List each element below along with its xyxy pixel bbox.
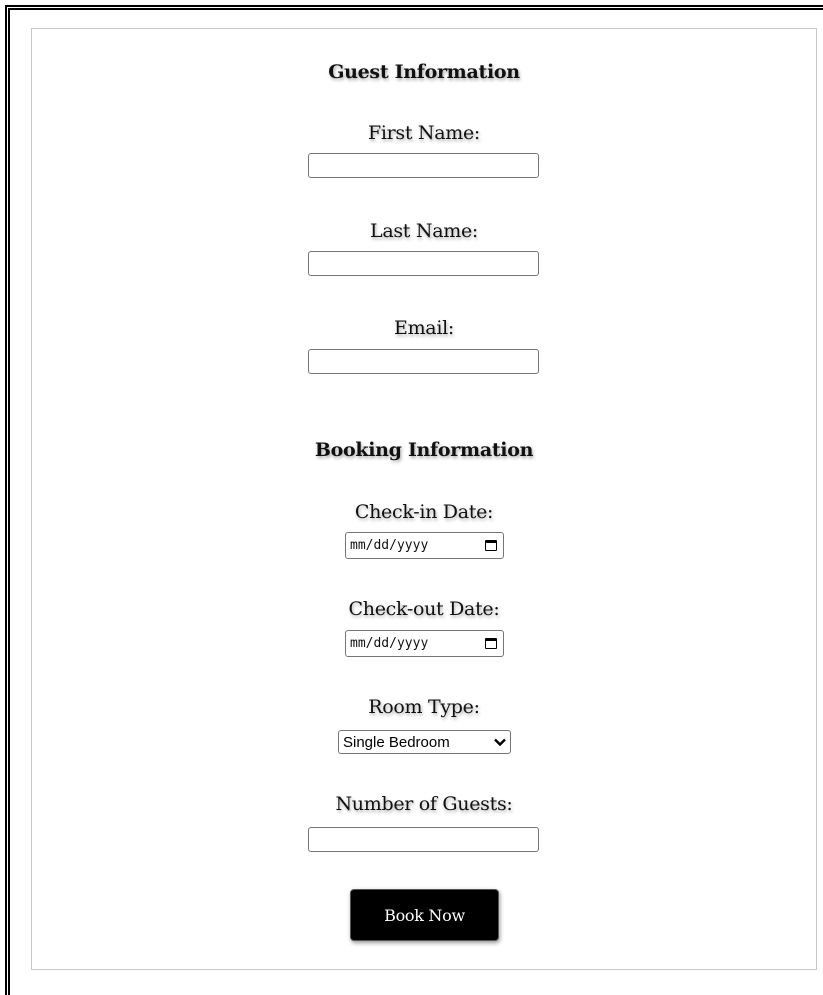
room-type-selected: Single Bedroom xyxy=(343,733,450,751)
guest-section-title: Guest Information xyxy=(328,61,520,83)
room-type-select[interactable]: Single Bedroom xyxy=(338,730,511,754)
book-now-button[interactable]: Book Now xyxy=(350,889,499,941)
checkout-date-placeholder: mm/dd/yyyy xyxy=(350,636,429,651)
first-name-label: First Name: xyxy=(367,122,481,144)
guests-label: Number of Guests: xyxy=(335,793,513,815)
checkout-date-label: Check-out Date: xyxy=(348,598,500,620)
guests-input[interactable] xyxy=(308,827,539,852)
chevron-down-icon xyxy=(494,736,506,748)
calendar-icon[interactable] xyxy=(485,540,497,551)
checkin-date-label: Check-in Date: xyxy=(354,501,494,523)
room-type-label: Room Type: xyxy=(368,696,480,718)
email-label: Email: xyxy=(394,317,454,339)
booking-section-title: Booking Information xyxy=(314,439,534,461)
last-name-label: Last Name: xyxy=(370,220,478,242)
last-name-input[interactable] xyxy=(308,251,539,276)
calendar-icon[interactable] xyxy=(485,638,497,649)
first-name-input[interactable] xyxy=(308,153,539,178)
email-input[interactable] xyxy=(308,349,539,374)
checkout-date-input[interactable]: mm/dd/yyyy xyxy=(345,630,504,657)
checkin-date-placeholder: mm/dd/yyyy xyxy=(350,538,429,553)
booking-form: Guest Information First Name: Last Name:… xyxy=(31,28,817,970)
checkin-date-input[interactable]: mm/dd/yyyy xyxy=(345,532,504,559)
